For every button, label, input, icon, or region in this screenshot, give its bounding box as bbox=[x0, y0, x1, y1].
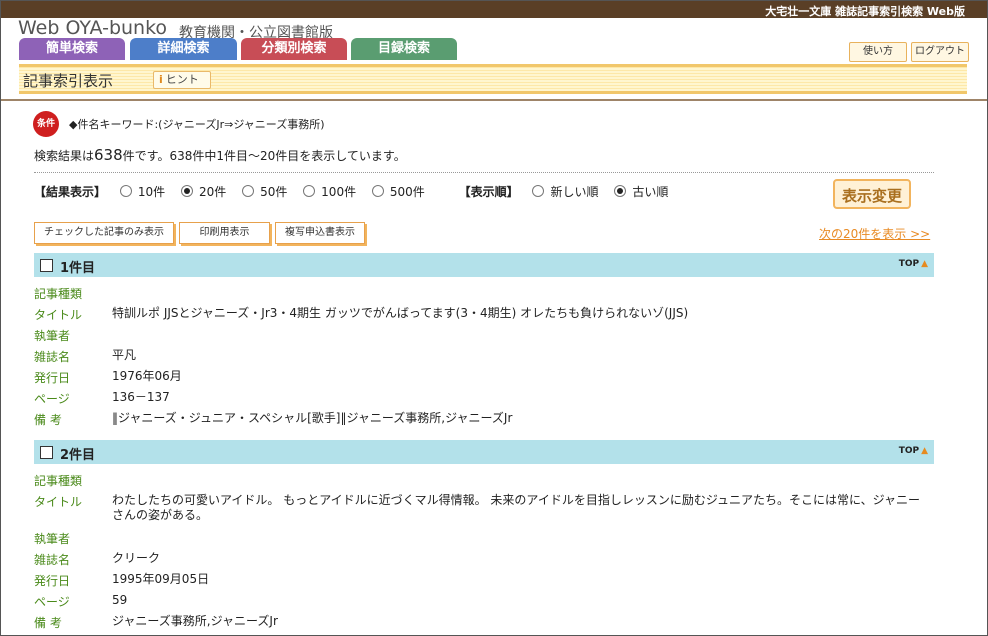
record-magazine: 平凡 bbox=[112, 348, 137, 362]
radio-icon[interactable] bbox=[119, 185, 132, 197]
field-label-author: 執筆者 bbox=[34, 329, 71, 343]
display-change-button[interactable]: 表示変更 bbox=[833, 179, 911, 209]
radio-icon[interactable] bbox=[180, 185, 193, 197]
record-checkbox[interactable] bbox=[40, 259, 53, 272]
radio-icon[interactable] bbox=[303, 185, 316, 197]
top-bar: 大宅壮一文庫 雑誌記事索引検索 Web版 bbox=[1, 1, 987, 18]
condition-text: ◆件名キーワード:(ジャニーズJr⇒ジャニーズ事務所) bbox=[69, 118, 325, 131]
section-band: 記事索引表示 i ヒント bbox=[19, 64, 967, 94]
record-page: 59 bbox=[112, 593, 128, 607]
field-label-page: ページ bbox=[34, 595, 70, 609]
result-suffix: 件です。638件中1件目〜20件目を表示しています。 bbox=[122, 149, 406, 163]
radio-icon[interactable] bbox=[532, 185, 545, 197]
record-number: 1件目 bbox=[60, 261, 96, 276]
print-view-button[interactable]: 印刷用表示 bbox=[179, 222, 270, 244]
record-header: 2件目 TOP ▲ bbox=[34, 440, 934, 464]
arrow-up-icon: ▲ bbox=[921, 259, 928, 269]
record-magazine: クリーク bbox=[112, 551, 161, 565]
next-page-link[interactable]: 次の20件を表示 >> bbox=[819, 225, 930, 242]
result-prefix: 検索結果は bbox=[34, 149, 95, 163]
hint-label: ヒント bbox=[165, 73, 199, 86]
radio-count-50[interactable]: 50件 bbox=[238, 185, 287, 199]
radio-icon[interactable] bbox=[371, 185, 384, 197]
field-label-title: タイトル bbox=[34, 308, 83, 322]
record-checkbox[interactable] bbox=[40, 446, 53, 459]
record-note: ‖ジャニーズ・ジュニア・スペシャル[歌手]‖ジャニーズ事務所,ジャニーズJr bbox=[112, 411, 513, 425]
record-title: 特訓ルポ JJSとジャニーズ・Jr3・4期生 ガッツでがんばってます(3・4期生… bbox=[112, 306, 689, 320]
tab-catalog-search[interactable]: 目録検索 bbox=[351, 38, 457, 60]
tab-detail-search[interactable]: 詳細検索 bbox=[130, 38, 237, 60]
record-page: 136－137 bbox=[112, 390, 170, 404]
radio-count-100[interactable]: 100件 bbox=[299, 185, 356, 199]
field-label-author: 執筆者 bbox=[34, 532, 71, 546]
radio-count-20[interactable]: 20件 bbox=[177, 185, 226, 199]
radio-icon[interactable] bbox=[242, 185, 255, 197]
logout-button[interactable]: ログアウト bbox=[911, 42, 969, 62]
record-title: わたしたちの可愛いアイドル。 もっとアイドルに近づくマル得情報。 未来のアイドル… bbox=[112, 493, 921, 522]
help-button[interactable]: 使い方 bbox=[849, 42, 907, 62]
arrow-up-icon: ▲ bbox=[921, 446, 928, 456]
field-label-type: 記事種類 bbox=[34, 474, 83, 488]
count-label: 【結果表示】 bbox=[34, 185, 107, 199]
record-note: ジャニーズ事務所,ジャニーズJr bbox=[112, 614, 278, 628]
info-icon: i bbox=[159, 73, 163, 86]
field-label-type: 記事種類 bbox=[34, 287, 83, 301]
copy-request-button[interactable]: 複写申込書表示 bbox=[275, 222, 365, 244]
radio-icon[interactable] bbox=[614, 185, 627, 197]
radio-count-10[interactable]: 10件 bbox=[116, 185, 165, 199]
dotted-divider bbox=[34, 172, 934, 173]
radio-count-500[interactable]: 500件 bbox=[368, 185, 425, 199]
radio-order-newest[interactable]: 新しい順 bbox=[528, 185, 599, 199]
field-label-date: 発行日 bbox=[34, 371, 71, 385]
field-label-title: タイトル bbox=[34, 495, 83, 509]
field-label-date: 発行日 bbox=[34, 574, 71, 588]
show-checked-button[interactable]: チェックした記事のみ表示 bbox=[34, 222, 174, 244]
tab-simple-search[interactable]: 簡単検索 bbox=[19, 38, 125, 60]
field-label-magazine: 雑誌名 bbox=[34, 350, 71, 364]
site-title: 大宅壮一文庫 雑誌記事索引検索 Web版 bbox=[765, 5, 965, 18]
top-link[interactable]: TOP ▲ bbox=[899, 259, 928, 269]
tab-category-search[interactable]: 分類別検索 bbox=[241, 38, 347, 60]
field-label-magazine: 雑誌名 bbox=[34, 553, 71, 567]
record-date: 1976年06月 bbox=[112, 369, 182, 383]
top-link[interactable]: TOP ▲ bbox=[899, 446, 928, 456]
result-count: 638 bbox=[94, 146, 123, 164]
header-divider bbox=[1, 99, 987, 101]
logo[interactable]: Web OYA-bunko bbox=[18, 17, 167, 39]
field-label-note: 備 考 bbox=[34, 413, 62, 427]
record-header: 1件目 TOP ▲ bbox=[34, 253, 934, 277]
record-date: 1995年09月05日 bbox=[112, 572, 210, 586]
field-label-note: 備 考 bbox=[34, 616, 62, 630]
page-title: 記事索引表示 bbox=[23, 72, 114, 90]
order-label: 【表示順】 bbox=[458, 185, 519, 199]
result-summary: 検索結果は638件です。638件中1件目〜20件目を表示しています。 bbox=[34, 146, 406, 164]
hint-button[interactable]: i ヒント bbox=[153, 71, 211, 89]
condition-icon: 条件 bbox=[33, 111, 59, 137]
record-number: 2件目 bbox=[60, 448, 96, 463]
field-label-page: ページ bbox=[34, 392, 70, 406]
page-frame: 大宅壮一文庫 雑誌記事索引検索 Web版 Web OYA-bunko 教育機関・… bbox=[0, 0, 988, 636]
display-options: 【結果表示】 10件 20件 50件 100件 500件 【表示順】 新しい順 … bbox=[34, 183, 676, 200]
radio-order-oldest[interactable]: 古い順 bbox=[610, 185, 668, 199]
